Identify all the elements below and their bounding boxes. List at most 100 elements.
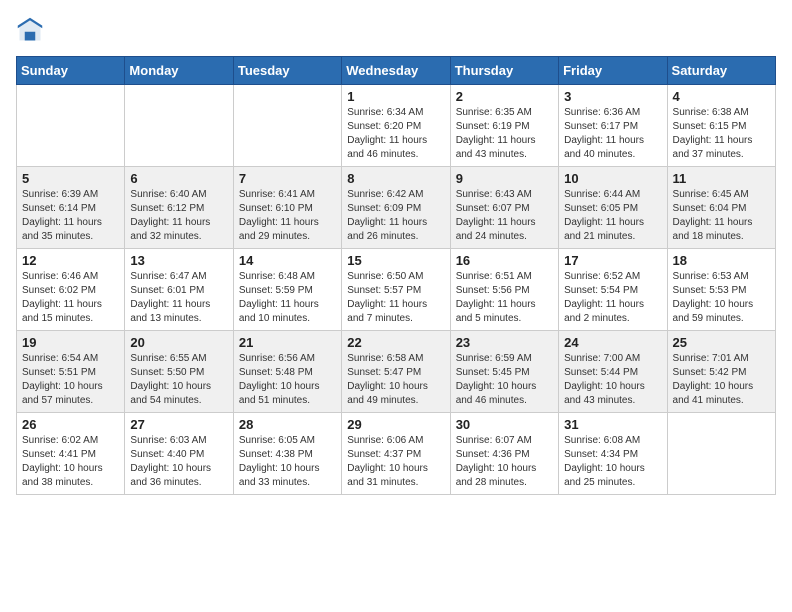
calendar-cell: 30 Sunrise: 6:07 AMSunset: 4:36 PMDayligh…	[450, 413, 558, 495]
calendar-cell: 13 Sunrise: 6:47 AMSunset: 6:01 PMDayligh…	[125, 249, 233, 331]
day-number: 24	[564, 335, 661, 350]
day-number: 20	[130, 335, 227, 350]
day-number: 25	[673, 335, 770, 350]
day-info: Sunrise: 6:42 AMSunset: 6:09 PMDaylight:…	[347, 188, 444, 244]
day-info: Sunrise: 6:59 AMSunset: 5:45 PMDaylight:…	[456, 352, 553, 408]
day-number: 26	[22, 417, 119, 432]
day-info: Sunrise: 6:02 AMSunset: 4:41 PMDaylight:…	[22, 434, 119, 490]
day-info: Sunrise: 6:05 AMSunset: 4:38 PMDaylight:…	[239, 434, 336, 490]
day-info: Sunrise: 6:08 AMSunset: 4:34 PMDaylight:…	[564, 434, 661, 490]
calendar-cell	[125, 85, 233, 167]
day-number: 1	[347, 89, 444, 104]
weekday-header-thursday: Thursday	[450, 57, 558, 85]
calendar-cell: 17 Sunrise: 6:52 AMSunset: 5:54 PMDayligh…	[559, 249, 667, 331]
day-info: Sunrise: 6:58 AMSunset: 5:47 PMDaylight:…	[347, 352, 444, 408]
day-number: 10	[564, 171, 661, 186]
day-info: Sunrise: 6:48 AMSunset: 5:59 PMDaylight:…	[239, 270, 336, 326]
day-info: Sunrise: 6:35 AMSunset: 6:19 PMDaylight:…	[456, 106, 553, 162]
day-info: Sunrise: 6:47 AMSunset: 6:01 PMDaylight:…	[130, 270, 227, 326]
day-number: 23	[456, 335, 553, 350]
day-info: Sunrise: 6:03 AMSunset: 4:40 PMDaylight:…	[130, 434, 227, 490]
day-number: 22	[347, 335, 444, 350]
calendar-cell: 19 Sunrise: 6:54 AMSunset: 5:51 PMDayligh…	[17, 331, 125, 413]
day-info: Sunrise: 7:01 AMSunset: 5:42 PMDaylight:…	[673, 352, 770, 408]
day-info: Sunrise: 6:55 AMSunset: 5:50 PMDaylight:…	[130, 352, 227, 408]
day-number: 12	[22, 253, 119, 268]
day-info: Sunrise: 7:00 AMSunset: 5:44 PMDaylight:…	[564, 352, 661, 408]
calendar-cell: 12 Sunrise: 6:46 AMSunset: 6:02 PMDayligh…	[17, 249, 125, 331]
weekday-header-wednesday: Wednesday	[342, 57, 450, 85]
calendar-cell: 22 Sunrise: 6:58 AMSunset: 5:47 PMDayligh…	[342, 331, 450, 413]
page-header	[16, 16, 776, 44]
day-number: 5	[22, 171, 119, 186]
day-info: Sunrise: 6:51 AMSunset: 5:56 PMDaylight:…	[456, 270, 553, 326]
calendar-cell	[17, 85, 125, 167]
day-number: 28	[239, 417, 336, 432]
day-info: Sunrise: 6:46 AMSunset: 6:02 PMDaylight:…	[22, 270, 119, 326]
calendar-cell: 31 Sunrise: 6:08 AMSunset: 4:34 PMDayligh…	[559, 413, 667, 495]
day-info: Sunrise: 6:56 AMSunset: 5:48 PMDaylight:…	[239, 352, 336, 408]
day-number: 9	[456, 171, 553, 186]
day-number: 21	[239, 335, 336, 350]
logo-icon	[16, 16, 44, 44]
calendar-cell: 11 Sunrise: 6:45 AMSunset: 6:04 PMDayligh…	[667, 167, 775, 249]
day-info: Sunrise: 6:07 AMSunset: 4:36 PMDaylight:…	[456, 434, 553, 490]
calendar-cell: 26 Sunrise: 6:02 AMSunset: 4:41 PMDayligh…	[17, 413, 125, 495]
day-number: 30	[456, 417, 553, 432]
day-number: 7	[239, 171, 336, 186]
day-number: 11	[673, 171, 770, 186]
calendar-cell: 10 Sunrise: 6:44 AMSunset: 6:05 PMDayligh…	[559, 167, 667, 249]
calendar-table: SundayMondayTuesdayWednesdayThursdayFrid…	[16, 56, 776, 495]
calendar-cell: 5 Sunrise: 6:39 AMSunset: 6:14 PMDaylight…	[17, 167, 125, 249]
calendar-cell: 28 Sunrise: 6:05 AMSunset: 4:38 PMDayligh…	[233, 413, 341, 495]
day-number: 2	[456, 89, 553, 104]
day-info: Sunrise: 6:40 AMSunset: 6:12 PMDaylight:…	[130, 188, 227, 244]
calendar-cell: 1 Sunrise: 6:34 AMSunset: 6:20 PMDaylight…	[342, 85, 450, 167]
day-number: 19	[22, 335, 119, 350]
calendar-cell: 4Sunrise: 6:38 AMSunset: 6:15 PMDaylight…	[667, 85, 775, 167]
calendar-cell: 2 Sunrise: 6:35 AMSunset: 6:19 PMDaylight…	[450, 85, 558, 167]
calendar-cell: 9 Sunrise: 6:43 AMSunset: 6:07 PMDaylight…	[450, 167, 558, 249]
day-info: Sunrise: 6:50 AMSunset: 5:57 PMDaylight:…	[347, 270, 444, 326]
day-number: 29	[347, 417, 444, 432]
weekday-header-friday: Friday	[559, 57, 667, 85]
weekday-header-monday: Monday	[125, 57, 233, 85]
day-info: Sunrise: 6:54 AMSunset: 5:51 PMDaylight:…	[22, 352, 119, 408]
day-number: 8	[347, 171, 444, 186]
calendar-cell: 8 Sunrise: 6:42 AMSunset: 6:09 PMDaylight…	[342, 167, 450, 249]
calendar-header: SundayMondayTuesdayWednesdayThursdayFrid…	[17, 57, 776, 85]
day-number: 6	[130, 171, 227, 186]
day-info: Sunrise: 6:41 AMSunset: 6:10 PMDaylight:…	[239, 188, 336, 244]
day-info: Sunrise: 6:52 AMSunset: 5:54 PMDaylight:…	[564, 270, 661, 326]
day-number: 18	[673, 253, 770, 268]
weekday-header-sunday: Sunday	[17, 57, 125, 85]
day-info: Sunrise: 6:39 AMSunset: 6:14 PMDaylight:…	[22, 188, 119, 244]
calendar-cell: 3Sunrise: 6:36 AMSunset: 6:17 PMDaylight…	[559, 85, 667, 167]
calendar-cell: 27 Sunrise: 6:03 AMSunset: 4:40 PMDayligh…	[125, 413, 233, 495]
calendar-cell: 7 Sunrise: 6:41 AMSunset: 6:10 PMDaylight…	[233, 167, 341, 249]
calendar-cell: 15 Sunrise: 6:50 AMSunset: 5:57 PMDayligh…	[342, 249, 450, 331]
calendar-cell	[233, 85, 341, 167]
calendar-cell	[667, 413, 775, 495]
day-number: 27	[130, 417, 227, 432]
day-number: 31	[564, 417, 661, 432]
day-number: 16	[456, 253, 553, 268]
day-number: 13	[130, 253, 227, 268]
weekday-header-saturday: Saturday	[667, 57, 775, 85]
calendar-cell: 25 Sunrise: 7:01 AMSunset: 5:42 PMDayligh…	[667, 331, 775, 413]
calendar-cell: 6 Sunrise: 6:40 AMSunset: 6:12 PMDaylight…	[125, 167, 233, 249]
calendar-cell: 21 Sunrise: 6:56 AMSunset: 5:48 PMDayligh…	[233, 331, 341, 413]
logo	[16, 16, 48, 44]
day-info: Sunrise: 6:34 AMSunset: 6:20 PMDaylight:…	[347, 106, 444, 162]
calendar-cell: 29Sunrise: 6:06 AMSunset: 4:37 PMDayligh…	[342, 413, 450, 495]
day-number: 15	[347, 253, 444, 268]
day-info: Sunrise: 6:45 AMSunset: 6:04 PMDaylight:…	[673, 188, 770, 244]
day-info: Sunrise: 6:44 AMSunset: 6:05 PMDaylight:…	[564, 188, 661, 244]
calendar-cell: 16 Sunrise: 6:51 AMSunset: 5:56 PMDayligh…	[450, 249, 558, 331]
weekday-header-tuesday: Tuesday	[233, 57, 341, 85]
calendar-cell: 20 Sunrise: 6:55 AMSunset: 5:50 PMDayligh…	[125, 331, 233, 413]
day-number: 17	[564, 253, 661, 268]
day-info: Sunrise: 6:43 AMSunset: 6:07 PMDaylight:…	[456, 188, 553, 244]
calendar-cell: 23 Sunrise: 6:59 AMSunset: 5:45 PMDayligh…	[450, 331, 558, 413]
calendar-cell: 14Sunrise: 6:48 AMSunset: 5:59 PMDayligh…	[233, 249, 341, 331]
